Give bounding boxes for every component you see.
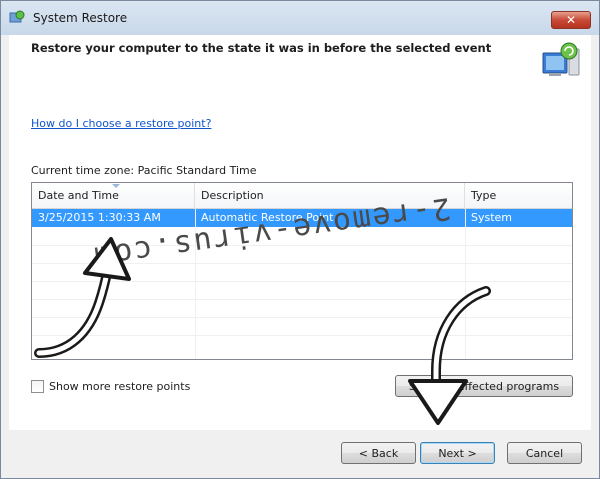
show-more-restore-points[interactable]: Show more restore points (31, 378, 190, 394)
grid-line (465, 209, 466, 359)
footer: < Back Next > Cancel (1, 430, 599, 478)
sort-indicator-icon (112, 184, 120, 188)
timezone-label: Current time zone: Pacific Standard Time (31, 164, 257, 177)
column-description[interactable]: Description (195, 183, 465, 209)
grid-line (32, 245, 572, 246)
grid-line (32, 299, 572, 300)
page-heading: Restore your computer to the state it wa… (31, 41, 492, 55)
table-header: Date and Time Description Type (32, 183, 572, 209)
show-more-checkbox[interactable] (31, 379, 44, 393)
cancel-button[interactable]: Cancel (507, 442, 582, 464)
grid-line (195, 209, 196, 359)
title-bar[interactable]: System Restore ✕ (1, 1, 599, 35)
help-link[interactable]: How do I choose a restore point? (31, 117, 211, 130)
close-button[interactable]: ✕ (551, 11, 591, 29)
grid-line (32, 317, 572, 318)
content-area: How do I choose a restore point? Current… (9, 95, 591, 430)
cell-type: System (471, 211, 513, 224)
scan-affected-programs-button[interactable]: Scan for affected programs (395, 375, 573, 397)
grid-line (32, 281, 572, 282)
close-icon: ✕ (565, 13, 577, 27)
header-panel: Restore your computer to the state it wa… (9, 35, 591, 95)
show-more-label: Show more restore points (49, 379, 191, 393)
system-restore-icon (542, 42, 580, 76)
system-restore-small-icon (9, 10, 25, 23)
back-button[interactable]: < Back (341, 442, 416, 464)
grid-line (32, 263, 572, 264)
cell-description: Automatic Restore Point (201, 211, 334, 224)
column-type[interactable]: Type (465, 183, 572, 209)
cell-date: 3/25/2015 1:30:33 AM (38, 211, 161, 224)
window-title: System Restore (33, 11, 128, 25)
system-restore-window: System Restore ✕ Restore your computer t… (0, 0, 600, 479)
next-button[interactable]: Next > (420, 442, 495, 464)
restore-points-table[interactable]: Date and Time Description Type 3/25/2015… (31, 182, 573, 360)
table-row[interactable]: 3/25/2015 1:30:33 AM Automatic Restore P… (32, 209, 572, 227)
grid-line (32, 335, 572, 336)
